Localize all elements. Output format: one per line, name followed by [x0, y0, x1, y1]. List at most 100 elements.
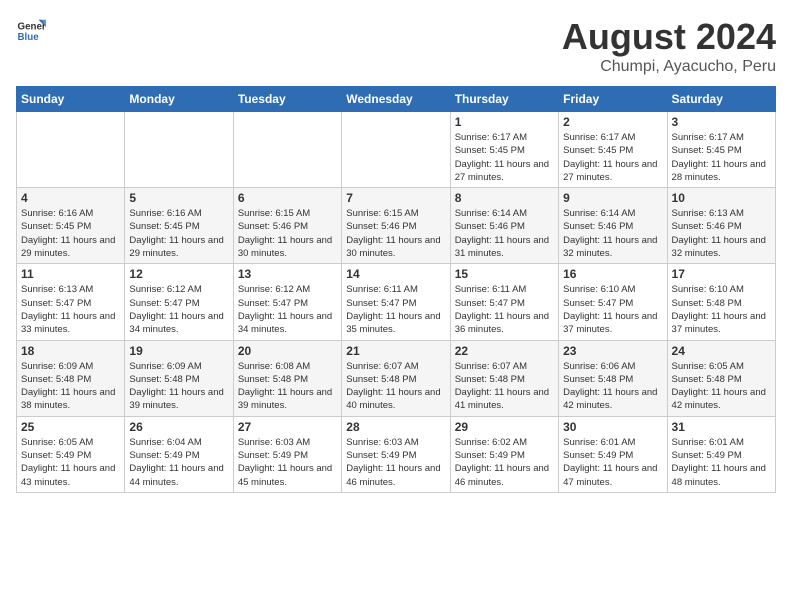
day-detail: Sunrise: 6:10 AM Sunset: 5:48 PM Dayligh…	[672, 283, 771, 336]
day-number: 30	[563, 420, 662, 434]
day-number: 19	[129, 344, 228, 358]
day-number: 22	[455, 344, 554, 358]
weekday-header-wednesday: Wednesday	[342, 87, 450, 112]
day-number: 9	[563, 191, 662, 205]
day-number: 16	[563, 267, 662, 281]
weekday-header-thursday: Thursday	[450, 87, 558, 112]
calendar-cell: 2 Sunrise: 6:17 AM Sunset: 5:45 PM Daylig…	[559, 112, 667, 188]
day-detail: Sunrise: 6:04 AM Sunset: 5:49 PM Dayligh…	[129, 436, 228, 489]
day-number: 18	[21, 344, 120, 358]
weekday-header-saturday: Saturday	[667, 87, 775, 112]
day-number: 28	[346, 420, 445, 434]
day-number: 23	[563, 344, 662, 358]
calendar-cell	[17, 112, 125, 188]
day-detail: Sunrise: 6:03 AM Sunset: 5:49 PM Dayligh…	[346, 436, 445, 489]
svg-text:General: General	[18, 22, 47, 33]
calendar-cell: 9 Sunrise: 6:14 AM Sunset: 5:46 PM Daylig…	[559, 188, 667, 264]
day-detail: Sunrise: 6:16 AM Sunset: 5:45 PM Dayligh…	[129, 207, 228, 260]
calendar-cell: 19 Sunrise: 6:09 AM Sunset: 5:48 PM Dayli…	[125, 340, 233, 416]
calendar-cell: 29 Sunrise: 6:02 AM Sunset: 5:49 PM Dayli…	[450, 416, 558, 492]
calendar-cell: 28 Sunrise: 6:03 AM Sunset: 5:49 PM Dayli…	[342, 416, 450, 492]
calendar-cell: 20Sunrise: 6:08 AM Sunset: 5:48 PM Dayli…	[233, 340, 341, 416]
calendar-cell: 13 Sunrise: 6:12 AM Sunset: 5:47 PM Dayli…	[233, 264, 341, 340]
day-detail: Sunrise: 6:02 AM Sunset: 5:49 PM Dayligh…	[455, 436, 554, 489]
calendar-week-4: 18 Sunrise: 6:09 AM Sunset: 5:48 PM Dayli…	[17, 340, 776, 416]
day-detail: Sunrise: 6:09 AM Sunset: 5:48 PM Dayligh…	[21, 360, 120, 413]
day-number: 12	[129, 267, 228, 281]
day-number: 27	[238, 420, 337, 434]
day-detail: Sunrise: 6:05 AM Sunset: 5:48 PM Dayligh…	[672, 360, 771, 413]
calendar-cell: 10 Sunrise: 6:13 AM Sunset: 5:46 PM Dayli…	[667, 188, 775, 264]
logo-icon: General Blue	[16, 16, 46, 46]
day-detail: Sunrise: 6:17 AM Sunset: 5:45 PM Dayligh…	[455, 131, 554, 184]
day-detail: Sunrise: 6:17 AM Sunset: 5:45 PM Dayligh…	[672, 131, 771, 184]
day-number: 21	[346, 344, 445, 358]
weekday-header-sunday: Sunday	[17, 87, 125, 112]
day-detail: Sunrise: 6:14 AM Sunset: 5:46 PM Dayligh…	[563, 207, 662, 260]
day-number: 24	[672, 344, 771, 358]
calendar-cell	[342, 112, 450, 188]
day-number: 1	[455, 115, 554, 129]
calendar-cell: 7 Sunrise: 6:15 AM Sunset: 5:46 PM Daylig…	[342, 188, 450, 264]
calendar-week-1: 1 Sunrise: 6:17 AM Sunset: 5:45 PM Daylig…	[17, 112, 776, 188]
calendar-week-2: 4 Sunrise: 6:16 AM Sunset: 5:45 PM Daylig…	[17, 188, 776, 264]
calendar-cell: 23 Sunrise: 6:06 AM Sunset: 5:48 PM Dayli…	[559, 340, 667, 416]
title-area: August 2024 Chumpi, Ayacucho, Peru	[562, 16, 776, 76]
calendar-header: SundayMondayTuesdayWednesdayThursdayFrid…	[17, 87, 776, 112]
calendar-cell: 16 Sunrise: 6:10 AM Sunset: 5:47 PM Dayli…	[559, 264, 667, 340]
calendar-cell: 3 Sunrise: 6:17 AM Sunset: 5:45 PM Daylig…	[667, 112, 775, 188]
weekday-header-monday: Monday	[125, 87, 233, 112]
day-number: 5	[129, 191, 228, 205]
month-year-title: August 2024	[562, 16, 776, 58]
calendar-cell	[233, 112, 341, 188]
day-detail: Sunrise: 6:12 AM Sunset: 5:47 PM Dayligh…	[238, 283, 337, 336]
calendar-cell: 4Sunrise: 6:16 AM Sunset: 5:45 PM Daylig…	[17, 188, 125, 264]
calendar-cell: 21Sunrise: 6:07 AM Sunset: 5:48 PM Dayli…	[342, 340, 450, 416]
logo: General Blue	[16, 16, 46, 46]
day-number: 13	[238, 267, 337, 281]
day-number: 14	[346, 267, 445, 281]
day-number: 2	[563, 115, 662, 129]
day-number: 8	[455, 191, 554, 205]
calendar-week-3: 11Sunrise: 6:13 AM Sunset: 5:47 PM Dayli…	[17, 264, 776, 340]
calendar-cell: 15 Sunrise: 6:11 AM Sunset: 5:47 PM Dayli…	[450, 264, 558, 340]
day-detail: Sunrise: 6:09 AM Sunset: 5:48 PM Dayligh…	[129, 360, 228, 413]
calendar-cell: 1 Sunrise: 6:17 AM Sunset: 5:45 PM Daylig…	[450, 112, 558, 188]
day-detail: Sunrise: 6:10 AM Sunset: 5:47 PM Dayligh…	[563, 283, 662, 336]
calendar-cell: 30 Sunrise: 6:01 AM Sunset: 5:49 PM Dayli…	[559, 416, 667, 492]
weekday-header-row: SundayMondayTuesdayWednesdayThursdayFrid…	[17, 87, 776, 112]
calendar-cell: 26 Sunrise: 6:04 AM Sunset: 5:49 PM Dayli…	[125, 416, 233, 492]
day-number: 7	[346, 191, 445, 205]
weekday-header-friday: Friday	[559, 87, 667, 112]
day-number: 15	[455, 267, 554, 281]
day-detail: Sunrise: 6:17 AM Sunset: 5:45 PM Dayligh…	[563, 131, 662, 184]
day-detail: Sunrise: 6:14 AM Sunset: 5:46 PM Dayligh…	[455, 207, 554, 260]
calendar-cell: 12 Sunrise: 6:12 AM Sunset: 5:47 PM Dayli…	[125, 264, 233, 340]
day-detail: Sunrise: 6:01 AM Sunset: 5:49 PM Dayligh…	[563, 436, 662, 489]
day-number: 25	[21, 420, 120, 434]
day-detail: Sunrise: 6:08 AM Sunset: 5:48 PM Dayligh…	[238, 360, 337, 413]
day-detail: Sunrise: 6:13 AM Sunset: 5:46 PM Dayligh…	[672, 207, 771, 260]
calendar-cell: 14Sunrise: 6:11 AM Sunset: 5:47 PM Dayli…	[342, 264, 450, 340]
day-number: 4	[21, 191, 120, 205]
day-number: 6	[238, 191, 337, 205]
day-detail: Sunrise: 6:03 AM Sunset: 5:49 PM Dayligh…	[238, 436, 337, 489]
day-number: 29	[455, 420, 554, 434]
day-detail: Sunrise: 6:01 AM Sunset: 5:49 PM Dayligh…	[672, 436, 771, 489]
calendar-week-5: 25Sunrise: 6:05 AM Sunset: 5:49 PM Dayli…	[17, 416, 776, 492]
page-header: General Blue August 2024 Chumpi, Ayacuch…	[16, 16, 776, 76]
day-number: 10	[672, 191, 771, 205]
weekday-header-tuesday: Tuesday	[233, 87, 341, 112]
day-detail: Sunrise: 6:12 AM Sunset: 5:47 PM Dayligh…	[129, 283, 228, 336]
day-detail: Sunrise: 6:15 AM Sunset: 5:46 PM Dayligh…	[346, 207, 445, 260]
day-number: 26	[129, 420, 228, 434]
day-detail: Sunrise: 6:13 AM Sunset: 5:47 PM Dayligh…	[21, 283, 120, 336]
day-detail: Sunrise: 6:06 AM Sunset: 5:48 PM Dayligh…	[563, 360, 662, 413]
calendar-cell: 22 Sunrise: 6:07 AM Sunset: 5:48 PM Dayli…	[450, 340, 558, 416]
day-detail: Sunrise: 6:07 AM Sunset: 5:48 PM Dayligh…	[455, 360, 554, 413]
calendar-cell: 8 Sunrise: 6:14 AM Sunset: 5:46 PM Daylig…	[450, 188, 558, 264]
calendar-cell: 17Sunrise: 6:10 AM Sunset: 5:48 PM Dayli…	[667, 264, 775, 340]
day-detail: Sunrise: 6:11 AM Sunset: 5:47 PM Dayligh…	[455, 283, 554, 336]
calendar-cell: 25Sunrise: 6:05 AM Sunset: 5:49 PM Dayli…	[17, 416, 125, 492]
day-number: 3	[672, 115, 771, 129]
